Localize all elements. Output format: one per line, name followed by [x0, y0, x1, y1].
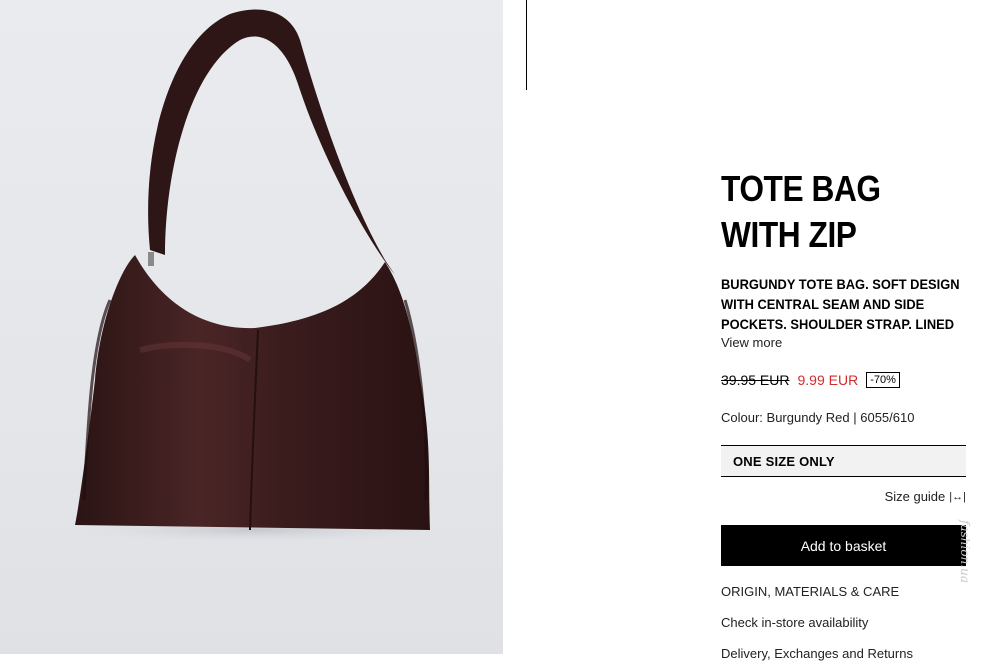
colour-reference: Colour: Burgundy Red | 6055/610: [721, 410, 915, 425]
product-image[interactable]: [0, 0, 503, 654]
tote-bag-illustration: [55, 9, 455, 544]
size-guide-link[interactable]: Size guide |↔|: [885, 489, 966, 504]
vertical-divider: [526, 0, 527, 90]
watermark: fashion.ua: [958, 520, 972, 583]
product-description: BURGUNDY TOTE BAG. SOFT DESIGN WITH CENT…: [721, 276, 960, 332]
size-label: ONE SIZE ONLY: [733, 453, 835, 469]
ruler-icon: |↔|: [949, 490, 966, 503]
check-in-store-availability-link[interactable]: Check in-store availability: [721, 615, 868, 630]
sale-price: 9.99 EUR: [797, 372, 859, 388]
size-guide-label: Size guide: [884, 489, 946, 504]
old-price: 39.95 EUR: [721, 372, 790, 388]
price-row: 39.95 EUR 9.99 EUR -70%: [721, 372, 900, 388]
add-to-basket-button[interactable]: Add to basket: [721, 525, 966, 566]
origin-materials-care-link[interactable]: ORIGIN, MATERIALS & CARE: [721, 584, 899, 599]
product-title: TOTE BAG WITH ZIP: [721, 168, 881, 255]
view-more-link[interactable]: View more: [721, 335, 782, 350]
size-selector[interactable]: ONE SIZE ONLY: [721, 445, 966, 477]
discount-badge: -70%: [866, 372, 900, 388]
